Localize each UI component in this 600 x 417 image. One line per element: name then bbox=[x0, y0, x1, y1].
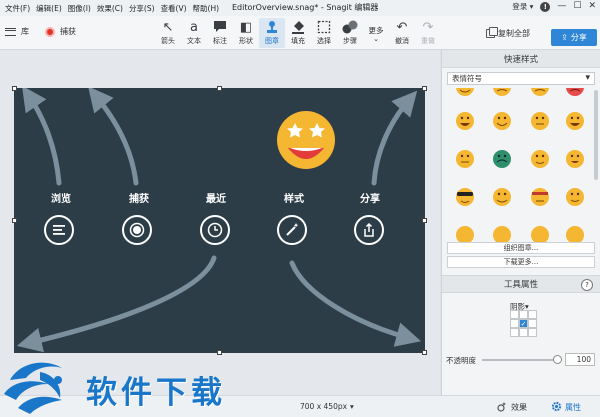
opacity-label: 不透明度 bbox=[446, 356, 476, 365]
shadow-cell[interactable] bbox=[510, 328, 519, 337]
resize-handle[interactable] bbox=[422, 218, 427, 223]
menu-help[interactable]: 帮助(H) bbox=[193, 3, 220, 14]
capture-label[interactable]: 捕获 bbox=[60, 26, 76, 37]
label-capture: 捕获 bbox=[129, 194, 149, 205]
label-browse: 浏览 bbox=[51, 194, 71, 205]
chevron-down-icon: ▾ bbox=[350, 402, 354, 411]
gear-icon bbox=[551, 401, 562, 414]
label-styles: 样式 bbox=[284, 194, 304, 205]
label-share: 分享 bbox=[360, 194, 380, 205]
more-label: 更多 bbox=[368, 25, 384, 35]
menu-view[interactable]: 查看(V) bbox=[161, 3, 187, 14]
star-eyes-emoji-icon bbox=[277, 111, 335, 169]
tool-undo[interactable]: ↶ 撤消 bbox=[389, 18, 415, 48]
opacity-slider-handle[interactable] bbox=[553, 355, 562, 364]
title-bar-controls: 登录 ▾ ! — ☐ ✕ bbox=[512, 1, 596, 12]
tool-buttons: ↖ 箭头 a 文本 标注 ◧ 形状 图章 填充 选择 步骤 更多 ⌄ ↶ 撤消 … bbox=[155, 18, 441, 48]
maximize-icon[interactable]: ☐ bbox=[573, 2, 581, 11]
menu-file[interactable]: 文件(F) bbox=[5, 3, 30, 14]
magic-wand-icon bbox=[277, 215, 307, 245]
menu-effects[interactable]: 效果(C) bbox=[97, 3, 123, 14]
chevron-down-icon: ⌄ bbox=[373, 34, 379, 43]
effects-icon bbox=[497, 401, 508, 414]
resize-handle[interactable] bbox=[422, 86, 427, 91]
text-icon: a bbox=[190, 20, 198, 35]
image-dimensions-dropdown[interactable]: 700 x 450px ▾ bbox=[300, 402, 354, 411]
shadow-cell[interactable] bbox=[510, 319, 519, 328]
canvas-image[interactable]: 浏览 捕获 最近 样式 分享 bbox=[14, 88, 425, 353]
shadow-cell[interactable] bbox=[519, 310, 528, 319]
download-more-button[interactable]: 下载更多... bbox=[447, 256, 595, 268]
shadow-cell-selected[interactable]: ✓ bbox=[519, 319, 528, 328]
stamp-category-select[interactable]: 表情符号 bbox=[447, 72, 595, 85]
menu-bar: 文件(F) 编辑(E) 图像(I) 效果(C) 分享(S) 查看(V) 帮助(H… bbox=[0, 3, 219, 14]
resize-handle[interactable] bbox=[12, 86, 17, 91]
shadow-cell[interactable] bbox=[510, 310, 519, 319]
library-capture-group: 库 捕获 bbox=[5, 26, 76, 37]
library-label[interactable]: 库 bbox=[21, 26, 29, 37]
share-icon: ⇪ bbox=[561, 33, 568, 42]
resize-handle[interactable] bbox=[217, 86, 222, 91]
menu-edit[interactable]: 编辑(E) bbox=[36, 3, 62, 14]
capture-record-icon[interactable] bbox=[45, 26, 55, 37]
undo-icon: ↶ bbox=[396, 20, 408, 35]
watermark-text: 软件下载 bbox=[86, 375, 226, 411]
fill-icon bbox=[291, 20, 305, 35]
tool-text[interactable]: a 文本 bbox=[181, 18, 207, 48]
record-icon bbox=[122, 215, 152, 245]
close-icon[interactable]: ✕ bbox=[588, 2, 596, 11]
tool-more[interactable]: 更多 ⌄ bbox=[363, 18, 389, 48]
share-icon bbox=[354, 215, 384, 245]
shadow-direction-grid: ✓ bbox=[510, 310, 537, 337]
document-title: EditorOverview.snag* - Snagit 编辑器 bbox=[232, 3, 379, 12]
select-icon bbox=[317, 20, 331, 35]
properties-button[interactable]: 属性 bbox=[551, 401, 581, 414]
resize-handle[interactable] bbox=[12, 218, 17, 223]
share-button[interactable]: ⇪ 分享 bbox=[551, 29, 597, 46]
shadow-cell[interactable] bbox=[528, 310, 537, 319]
right-panel: 快速样式 表情符号 ▾ 组织图章... 下载更多... 工具属性 ? 阴影▾ ✓… bbox=[441, 50, 600, 395]
resize-handle[interactable] bbox=[422, 350, 427, 355]
shadow-cell[interactable] bbox=[528, 328, 537, 337]
quick-styles-header: 快速样式 bbox=[442, 50, 600, 68]
stamp-icon bbox=[265, 20, 279, 35]
main-toolbar: 库 捕获 ↖ 箭头 a 文本 标注 ◧ 形状 图章 填充 选择 步骤 更多 ⌄ … bbox=[0, 16, 600, 50]
minimize-icon[interactable]: — bbox=[557, 2, 566, 11]
arrow-icon: ↖ bbox=[162, 20, 174, 35]
callout-icon bbox=[213, 20, 227, 35]
login-button[interactable]: 登录 ▾ bbox=[512, 1, 533, 12]
tool-step[interactable]: 步骤 bbox=[337, 18, 363, 48]
organize-stamps-button[interactable]: 组织图章... bbox=[447, 242, 595, 254]
help-icon[interactable]: ? bbox=[581, 279, 593, 291]
effects-button[interactable]: 效果 bbox=[497, 401, 527, 414]
tool-callout[interactable]: 标注 bbox=[207, 18, 233, 48]
tool-redo[interactable]: ↷ 重做 bbox=[415, 18, 441, 48]
menu-icon bbox=[44, 215, 74, 245]
menu-image[interactable]: 图像(I) bbox=[68, 3, 91, 14]
stamp-gallery-scrollbar[interactable] bbox=[594, 90, 598, 180]
redo-icon: ↷ bbox=[422, 20, 434, 35]
info-icon[interactable]: ! bbox=[540, 1, 551, 12]
shadow-cell[interactable] bbox=[519, 328, 528, 337]
shape-icon: ◧ bbox=[239, 20, 253, 35]
emoji-grid bbox=[456, 88, 584, 244]
clock-icon bbox=[200, 215, 230, 245]
copy-icon bbox=[486, 27, 498, 38]
title-bar: 文件(F) 编辑(E) 图像(I) 效果(C) 分享(S) 查看(V) 帮助(H… bbox=[0, 0, 600, 16]
menu-share[interactable]: 分享(S) bbox=[129, 3, 155, 14]
tool-fill[interactable]: 填充 bbox=[285, 18, 311, 48]
step-icon bbox=[342, 20, 358, 35]
tool-select[interactable]: 选择 bbox=[311, 18, 337, 48]
shadow-cell[interactable] bbox=[528, 319, 537, 328]
opacity-input[interactable]: 100 bbox=[565, 353, 595, 366]
tool-stamp[interactable]: 图章 bbox=[259, 18, 285, 48]
copy-all-button[interactable]: 复制全部 bbox=[486, 27, 530, 39]
tool-properties-header: 工具属性 ? bbox=[442, 275, 600, 293]
tool-arrow[interactable]: ↖ 箭头 bbox=[155, 18, 181, 48]
label-recent: 最近 bbox=[206, 194, 226, 205]
tool-shape[interactable]: ◧ 形状 bbox=[233, 18, 259, 48]
opacity-slider-track[interactable] bbox=[482, 359, 557, 361]
library-menu-icon[interactable] bbox=[5, 27, 16, 36]
